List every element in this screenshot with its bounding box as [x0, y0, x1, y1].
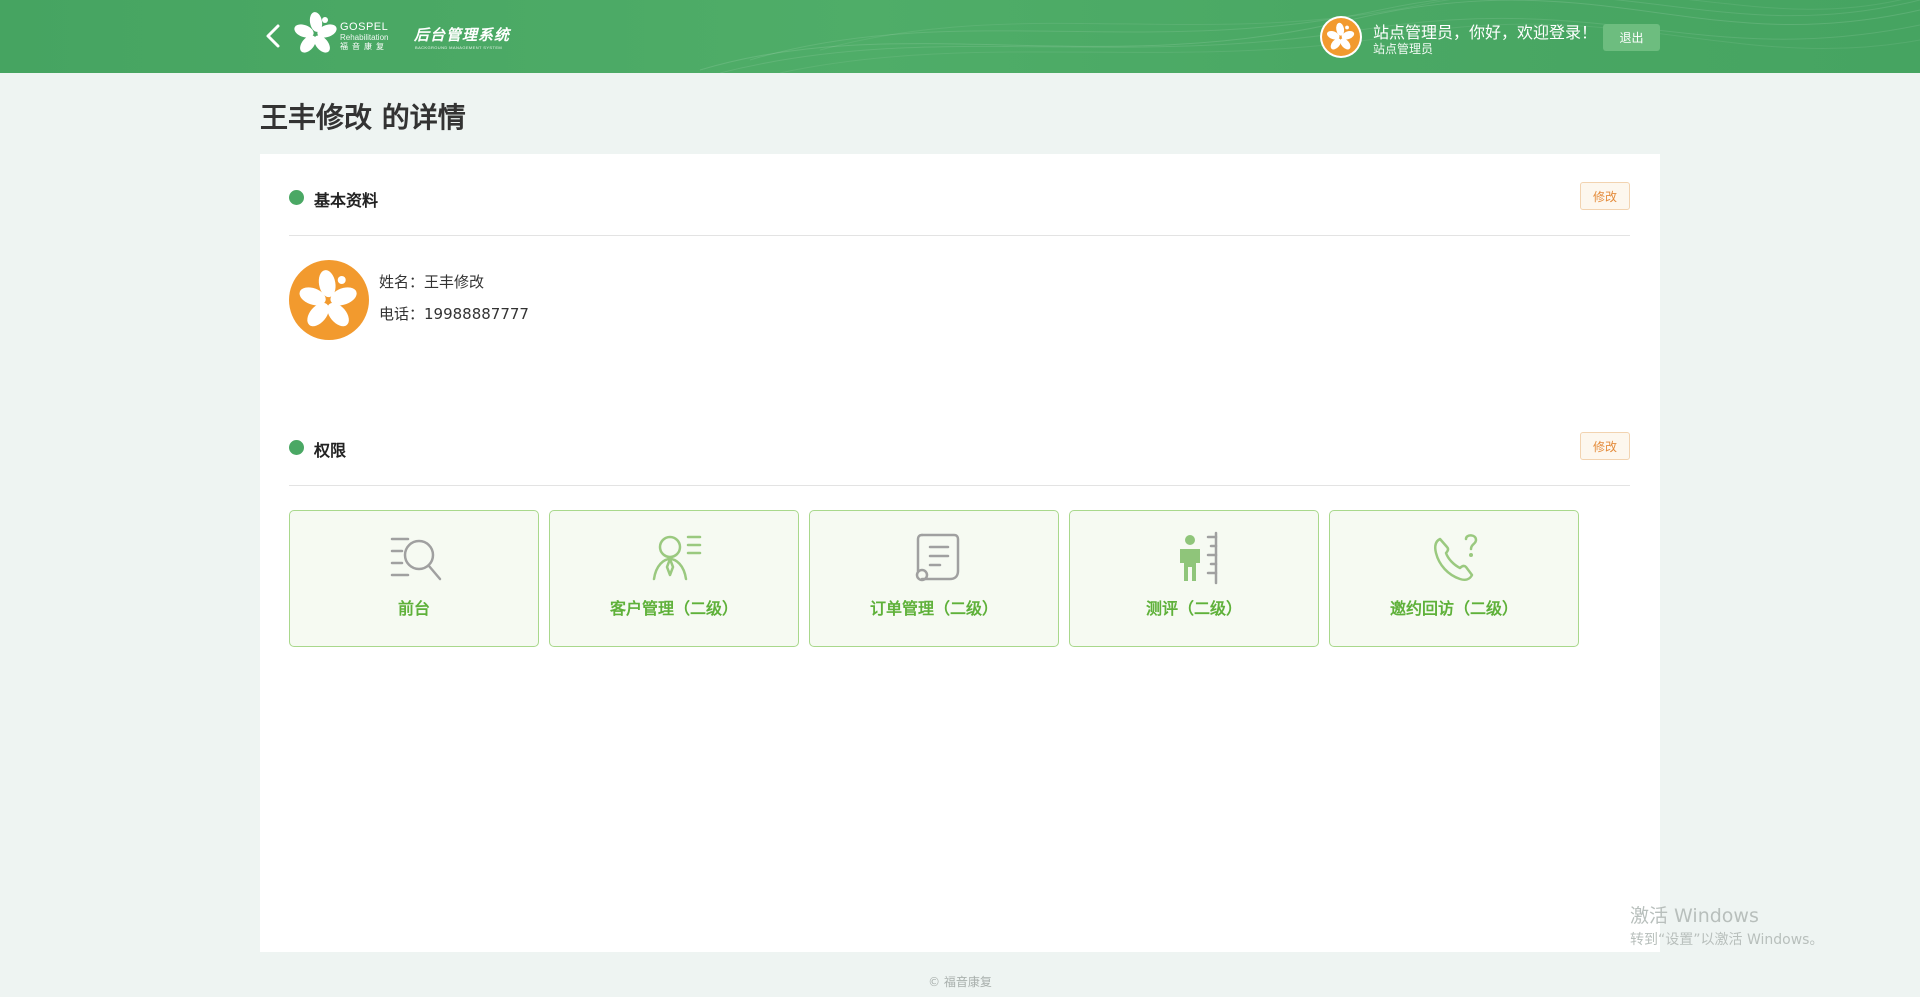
permission-tile-order[interactable]: 订单管理（二级） [809, 510, 1059, 647]
edit-basic-info-button[interactable]: 修改 [1580, 182, 1630, 210]
height-measure-icon [1180, 531, 1218, 585]
windows-activation-subtitle: 转到“设置”以激活 Windows。 [1630, 932, 1824, 948]
basic-info-header: 基本资料 修改 [289, 178, 1630, 218]
permission-tile-label: 测评（二级） [1145, 599, 1242, 618]
customer-list-icon [652, 535, 702, 581]
gospel-logo-icon [294, 11, 338, 55]
system-subtitle: BACKGROUND MANAGEMENT SYSTEM [415, 45, 503, 50]
permissions-title: 权限 [314, 441, 347, 460]
profile-avatar [289, 260, 369, 340]
section-dot-icon [289, 440, 304, 455]
footer-copyright: © 福音康复 [928, 975, 992, 989]
permission-tile-label: 客户管理（二级） [609, 599, 738, 618]
profile-name: 姓名：王丰修改 [379, 273, 485, 291]
top-header: GOSPEL Rehabilitation 福音康复 后台管理系统 BACKGR… [0, 0, 1920, 73]
logout-button[interactable]: 退出 [1603, 24, 1660, 51]
page-title: 王丰修改 的详情 [260, 101, 466, 134]
section-divider [289, 485, 1630, 486]
permission-tile-label: 前台 [397, 599, 430, 618]
permission-tile-customer[interactable]: 客户管理（二级） [549, 510, 799, 647]
back-arrow-icon[interactable] [262, 22, 286, 50]
permission-tile-assessment[interactable]: 测评（二级） [1069, 510, 1319, 647]
brand-chinese: 福音康复 [340, 42, 388, 51]
profile-flower-icon [289, 260, 369, 340]
brand-subtitle: Rehabilitation [340, 33, 389, 42]
brand-wordmark: GOSPEL Rehabilitation 福音康复 [340, 22, 388, 51]
user-avatar[interactable] [1320, 16, 1362, 58]
system-title: 后台管理系统 [414, 26, 511, 44]
permission-tile-reception[interactable]: 前台 [289, 510, 539, 647]
permissions-header: 权限 修改 [289, 428, 1630, 468]
reception-search-icon [390, 537, 442, 581]
profile-phone: 电话：19988887777 [379, 305, 529, 323]
detail-card: 基本资料 修改 姓名：王丰修改 电话：19988887777 权限 修改 前台 … [260, 154, 1660, 952]
brand-english: GOSPEL [340, 21, 389, 33]
edit-permissions-button[interactable]: 修改 [1580, 432, 1630, 460]
windows-activation-title: 激活 Windows [1630, 905, 1759, 927]
permission-tile-label: 邀约回访（二级） [1389, 599, 1518, 618]
section-dot-icon [289, 190, 304, 205]
user-flower-icon [1322, 18, 1360, 56]
permission-tile-followup[interactable]: 邀约回访（二级） [1329, 510, 1579, 647]
permission-tile-label: 订单管理（二级） [869, 599, 998, 618]
phone-question-icon [1433, 534, 1478, 582]
order-scroll-icon [915, 533, 960, 582]
user-role: 站点管理员 [1373, 42, 1434, 56]
section-divider [289, 235, 1630, 236]
basic-info-title: 基本资料 [314, 191, 379, 210]
